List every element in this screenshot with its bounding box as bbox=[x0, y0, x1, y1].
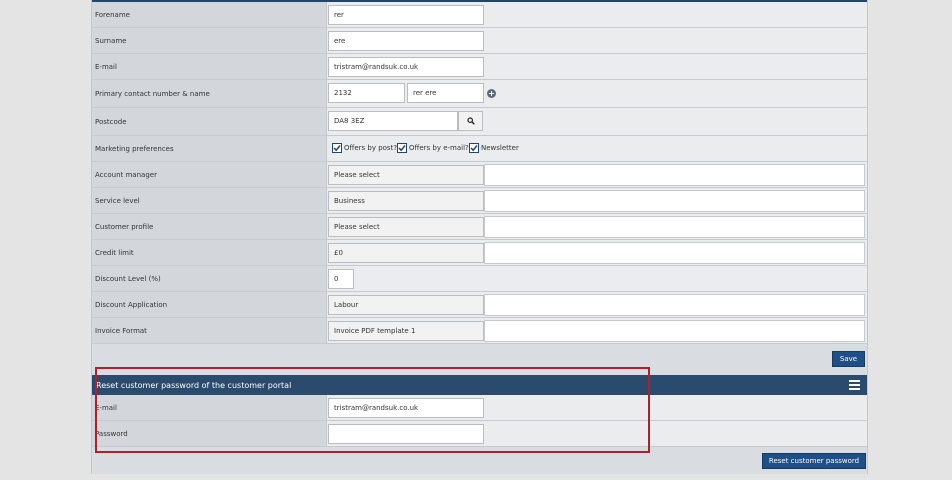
customer-profile-extra-field bbox=[484, 216, 865, 238]
credit-limit-extra-field bbox=[484, 242, 865, 264]
contact-label: Primary contact number & name bbox=[92, 80, 326, 107]
invoice-format-extra-field bbox=[484, 320, 865, 342]
account-manager-select[interactable]: Please select bbox=[328, 165, 484, 185]
discount-application-row: Discount Application Labour bbox=[92, 292, 867, 318]
marketing-cell: Offers by post? Offers by e-mail? Newsle… bbox=[326, 136, 867, 161]
forename-label: Forename bbox=[92, 2, 326, 27]
checkbox-checked-icon bbox=[397, 143, 407, 153]
contact-name-input[interactable]: rer ere bbox=[407, 83, 484, 103]
offers-email-checkbox[interactable]: Offers by e-mail? bbox=[397, 143, 469, 153]
email-cell: tristram@randsuk.co.uk bbox=[326, 54, 867, 79]
newsletter-checkbox[interactable]: Newsletter bbox=[469, 143, 519, 153]
postcode-row: Postcode DA8 3EZ bbox=[92, 108, 867, 136]
discount-level-label: Discount Level (%) bbox=[92, 266, 326, 291]
invoice-format-select[interactable]: Invoice PDF template 1 bbox=[328, 321, 484, 341]
reset-password-button[interactable]: Reset customer password bbox=[762, 453, 866, 469]
discount-level-row: Discount Level (%) 0 bbox=[92, 266, 867, 292]
surname-label: Surname bbox=[92, 28, 326, 53]
discount-level-input[interactable]: 0 bbox=[328, 269, 354, 289]
credit-limit-cell: £0 bbox=[326, 240, 867, 265]
postcode-search-button[interactable] bbox=[458, 111, 483, 131]
discount-level-cell: 0 bbox=[326, 266, 867, 291]
account-manager-label: Account manager bbox=[92, 162, 326, 187]
reset-password-title: Reset customer password of the customer … bbox=[96, 380, 292, 390]
invoice-format-label: Invoice Format bbox=[92, 318, 326, 343]
search-icon bbox=[466, 117, 475, 125]
contact-row: Primary contact number & name 2132 rer e… bbox=[92, 80, 867, 108]
forename-cell: rer bbox=[326, 2, 867, 27]
customer-profile-cell: Please select bbox=[326, 214, 867, 239]
customer-profile-select[interactable]: Please select bbox=[328, 217, 484, 237]
marketing-label: Marketing preferences bbox=[92, 136, 326, 161]
invoice-format-row: Invoice Format Invoice PDF template 1 bbox=[92, 318, 867, 344]
postcode-label: Postcode bbox=[92, 108, 326, 135]
service-level-extra-field bbox=[484, 190, 865, 212]
discount-application-label: Discount Application bbox=[92, 292, 326, 317]
reset-password-input[interactable] bbox=[328, 424, 484, 444]
checkbox-checked-icon bbox=[469, 143, 479, 153]
service-level-cell: Business bbox=[326, 188, 867, 213]
reset-password-cell bbox=[326, 421, 867, 446]
surname-cell: ere bbox=[326, 28, 867, 53]
invoice-format-cell: Invoice PDF template 1 bbox=[326, 318, 867, 343]
customer-profile-row: Customer profile Please select bbox=[92, 214, 867, 240]
contact-cell: 2132 rer ere + bbox=[326, 80, 867, 107]
service-level-select[interactable]: Business bbox=[328, 191, 484, 211]
marketing-row: Marketing preferences Offers by post? Of… bbox=[92, 136, 867, 162]
plus-circle-icon[interactable]: + bbox=[487, 89, 496, 98]
service-level-row: Service level Business bbox=[92, 188, 867, 214]
offers-post-label: Offers by post? bbox=[344, 144, 398, 152]
offers-email-label: Offers by e-mail? bbox=[409, 144, 469, 152]
checkbox-checked-icon bbox=[332, 143, 342, 153]
reset-password-section-header: Reset customer password of the customer … bbox=[92, 375, 867, 395]
customer-form-panel: Forename rer Surname ere E-mail tristram… bbox=[91, 0, 868, 474]
newsletter-label: Newsletter bbox=[481, 144, 519, 152]
discount-application-cell: Labour bbox=[326, 292, 867, 317]
credit-limit-label: Credit limit bbox=[92, 240, 326, 265]
discount-application-select[interactable]: Labour bbox=[328, 295, 484, 315]
account-manager-extra-field bbox=[484, 164, 865, 186]
save-button[interactable]: Save bbox=[832, 351, 865, 367]
reset-password-label: Password bbox=[92, 421, 326, 446]
discount-application-extra-field bbox=[484, 294, 865, 316]
credit-limit-row: Credit limit £0 bbox=[92, 240, 867, 266]
email-input[interactable]: tristram@randsuk.co.uk bbox=[328, 57, 484, 77]
account-manager-row: Account manager Please select bbox=[92, 162, 867, 188]
reset-email-label: E-mail bbox=[92, 395, 326, 420]
reset-email-row: E-mail tristram@randsuk.co.uk bbox=[92, 395, 867, 421]
forename-row: Forename rer bbox=[92, 2, 867, 28]
forename-input[interactable]: rer bbox=[328, 5, 484, 25]
surname-row: Surname ere bbox=[92, 28, 867, 54]
hamburger-icon[interactable] bbox=[849, 380, 860, 390]
credit-limit-field[interactable]: £0 bbox=[328, 243, 484, 263]
account-manager-cell: Please select bbox=[326, 162, 867, 187]
email-row: E-mail tristram@randsuk.co.uk bbox=[92, 54, 867, 80]
surname-input[interactable]: ere bbox=[328, 31, 484, 51]
service-level-label: Service level bbox=[92, 188, 326, 213]
postcode-cell: DA8 3EZ bbox=[326, 108, 867, 135]
offers-post-checkbox[interactable]: Offers by post? bbox=[332, 143, 397, 153]
reset-email-input[interactable]: tristram@randsuk.co.uk bbox=[328, 398, 484, 418]
email-label: E-mail bbox=[92, 54, 326, 79]
reset-email-cell: tristram@randsuk.co.uk bbox=[326, 395, 867, 420]
postcode-input[interactable]: DA8 3EZ bbox=[328, 111, 458, 131]
customer-profile-label: Customer profile bbox=[92, 214, 326, 239]
contact-number-input[interactable]: 2132 bbox=[328, 83, 405, 103]
reset-password-row: Password bbox=[92, 421, 867, 447]
